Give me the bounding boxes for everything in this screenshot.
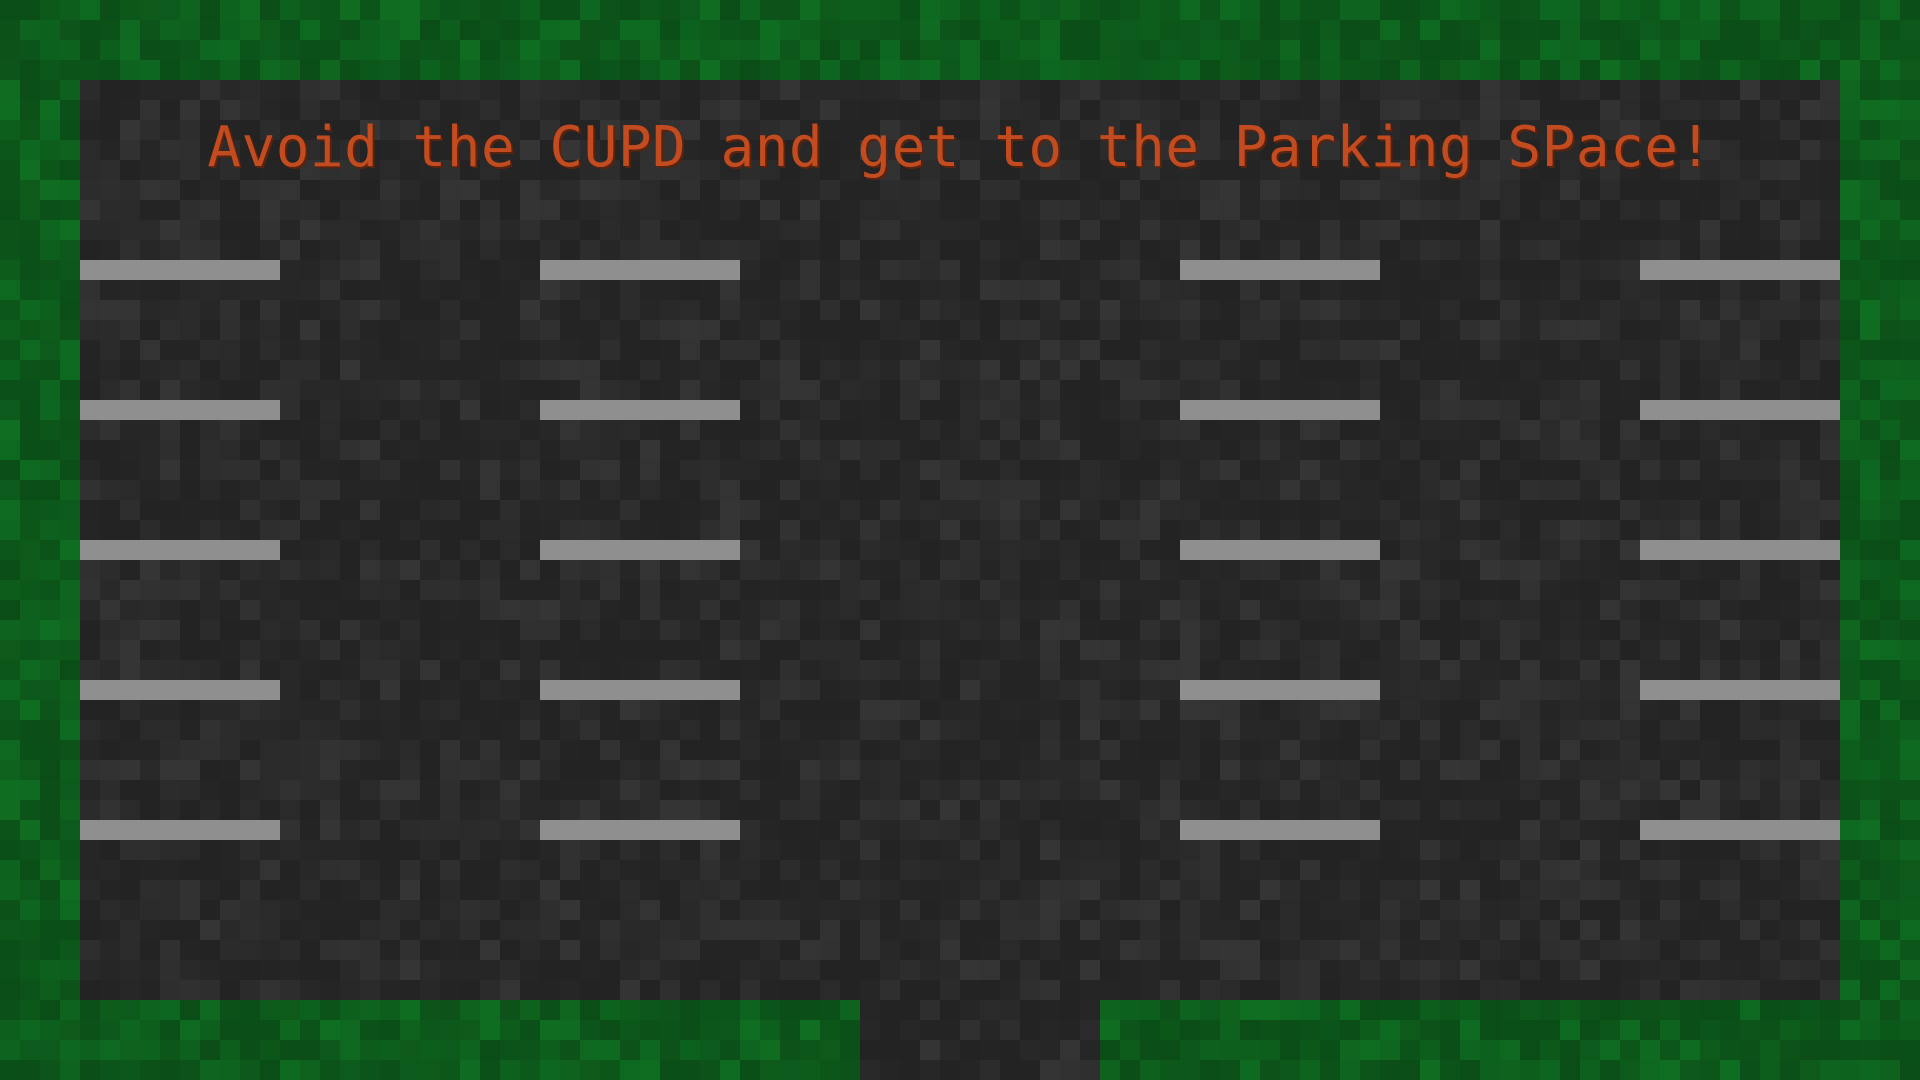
parking-stripe: [1180, 540, 1380, 560]
parking-stripe: [540, 260, 740, 280]
parking-stripe: [1180, 680, 1380, 700]
parking-stripe: [80, 400, 280, 420]
instructions-text: Avoid the CUPD and get to the Parking SP…: [207, 115, 1713, 180]
parking-stripe: [1180, 260, 1380, 280]
parking-stripe: [1640, 820, 1840, 840]
parking-stripe: [80, 260, 280, 280]
parking-stripe: [1640, 400, 1840, 420]
parking-stripe: [540, 540, 740, 560]
parking-stripe: [1640, 680, 1840, 700]
parking-stripe: [540, 820, 740, 840]
parking-stripe: [1180, 820, 1380, 840]
parking-stripe: [540, 400, 740, 420]
game-board: Avoid the CUPD and get to the Parking SP…: [0, 0, 1920, 1080]
parking-stripe: [1180, 400, 1380, 420]
parking-stripe: [1640, 540, 1840, 560]
parking-stripe: [540, 680, 740, 700]
parking-stripe: [80, 540, 280, 560]
parking-stripe: [1640, 260, 1840, 280]
parking-stripe: [80, 820, 280, 840]
parking-stripe: [80, 680, 280, 700]
